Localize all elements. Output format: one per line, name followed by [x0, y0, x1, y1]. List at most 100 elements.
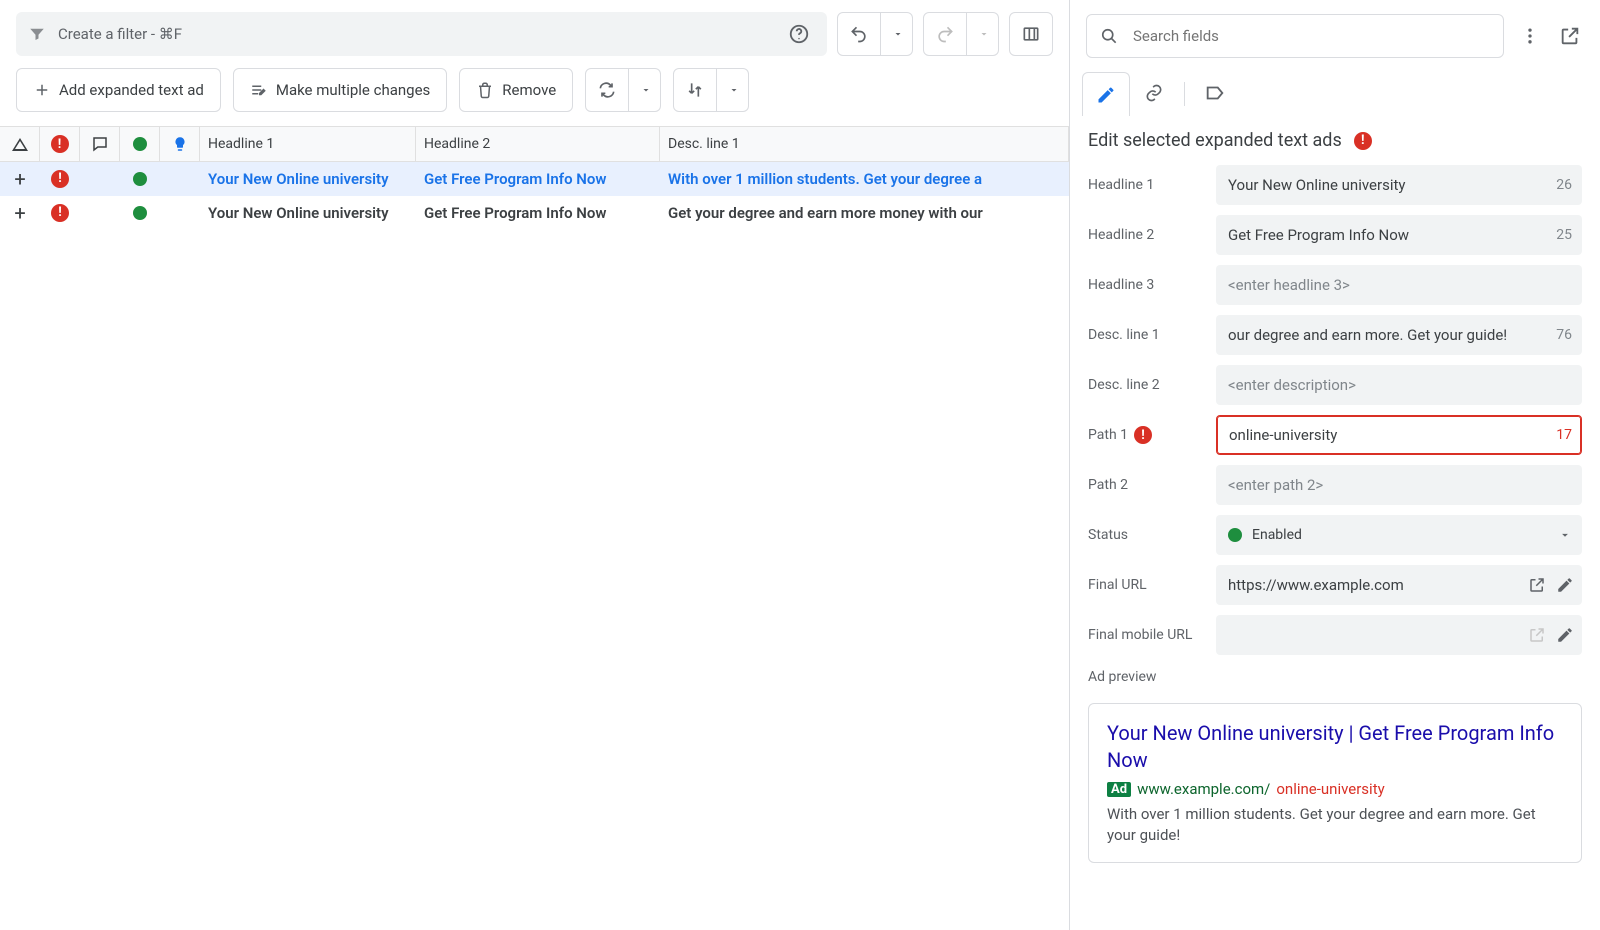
- undo-button[interactable]: [837, 12, 881, 56]
- open-external-icon: [1559, 25, 1581, 47]
- status-value: Enabled: [1252, 527, 1302, 543]
- replace-dropdown[interactable]: [629, 68, 661, 112]
- error-icon: !: [51, 204, 69, 222]
- undo-split: [837, 12, 913, 56]
- comment-icon: [91, 135, 109, 153]
- label-headline1: Headline 1: [1088, 177, 1216, 193]
- tab-urls[interactable]: [1130, 72, 1178, 116]
- headline3-input[interactable]: [1216, 265, 1582, 305]
- sort-button[interactable]: [673, 68, 717, 112]
- status-dot-icon: [133, 137, 147, 151]
- redo-dropdown[interactable]: [967, 12, 999, 56]
- trash-icon: [476, 81, 494, 99]
- desc1-count: 76: [1556, 327, 1572, 343]
- bulb-icon: [171, 135, 189, 153]
- status-dot-icon: [133, 172, 147, 186]
- preview-heading: Ad preview: [1070, 655, 1600, 699]
- pencil-icon[interactable]: [1556, 576, 1574, 594]
- path1-input[interactable]: [1216, 415, 1582, 455]
- headline1-input[interactable]: [1216, 165, 1582, 205]
- undo-icon: [849, 24, 869, 44]
- cell-headline1: Your New Online university: [200, 162, 416, 195]
- col-desc1[interactable]: Desc. line 1: [660, 127, 1069, 161]
- status-dot-icon: [133, 206, 147, 220]
- col-changes[interactable]: [0, 127, 40, 161]
- help-button[interactable]: [787, 22, 811, 46]
- open-external-button[interactable]: [1556, 22, 1584, 50]
- cell-headline1: Your New Online university: [200, 196, 416, 229]
- label-final-mobile-url: Final mobile URL: [1088, 627, 1216, 643]
- cell-desc1: With over 1 million students. Get your d…: [660, 162, 1069, 195]
- open-external-icon: [1528, 626, 1546, 644]
- label-status: Status: [1088, 527, 1216, 543]
- col-headline2[interactable]: Headline 2: [416, 127, 660, 161]
- filter-placeholder: Create a filter - ⌘F: [58, 25, 182, 43]
- caret-down-icon: [1558, 528, 1572, 542]
- caret-down-icon: [978, 28, 990, 40]
- add-label: Add expanded text ad: [59, 81, 204, 99]
- preview-url: Ad www.example.com/online-university: [1107, 780, 1563, 798]
- sort-dropdown[interactable]: [717, 68, 749, 112]
- sort-split: [673, 68, 749, 112]
- multi-label: Make multiple changes: [276, 81, 430, 99]
- desc1-input[interactable]: [1216, 315, 1582, 355]
- make-multiple-changes-button[interactable]: Make multiple changes: [233, 68, 447, 112]
- pencil-icon: [1096, 85, 1116, 105]
- search-input[interactable]: [1131, 26, 1491, 46]
- search-fields-box[interactable]: [1086, 14, 1504, 58]
- open-external-icon[interactable]: [1528, 576, 1546, 594]
- headline2-count: 25: [1556, 227, 1572, 243]
- replace-icon: [597, 80, 617, 100]
- label-path2: Path 2: [1088, 477, 1216, 493]
- status-select[interactable]: Enabled: [1216, 515, 1582, 555]
- error-icon: !: [1354, 132, 1372, 150]
- cell-headline2: Get Free Program Info Now: [416, 162, 660, 195]
- plus-icon: +: [14, 203, 25, 223]
- more-vert-icon: [1520, 26, 1540, 46]
- col-recommendations[interactable]: [160, 127, 200, 161]
- sort-icon: [685, 80, 705, 100]
- remove-label: Remove: [502, 81, 556, 99]
- error-icon: !: [51, 135, 69, 153]
- label-headline3: Headline 3: [1088, 277, 1216, 293]
- path1-count: 17: [1556, 427, 1572, 443]
- table-header: ! Headline 1 Headline 2 Desc. line 1: [0, 126, 1069, 162]
- caret-down-icon: [892, 28, 904, 40]
- undo-dropdown[interactable]: [881, 12, 913, 56]
- status-dot-icon: [1228, 528, 1242, 542]
- col-comments[interactable]: [80, 127, 120, 161]
- table-row[interactable]: + ! Your New Online university Get Free …: [0, 196, 1069, 230]
- error-icon: !: [1134, 426, 1152, 444]
- more-options-button[interactable]: [1516, 22, 1544, 50]
- headline2-input[interactable]: [1216, 215, 1582, 255]
- remove-button[interactable]: Remove: [459, 68, 573, 112]
- ad-badge: Ad: [1107, 782, 1131, 797]
- preview-title: Your New Online university | Get Free Pr…: [1107, 720, 1563, 774]
- redo-button[interactable]: [923, 12, 967, 56]
- panel-title: Edit selected expanded text ads: [1088, 130, 1342, 151]
- path2-input[interactable]: [1216, 465, 1582, 505]
- tab-labels[interactable]: [1191, 72, 1239, 116]
- plus-icon: [33, 81, 51, 99]
- columns-button[interactable]: [1009, 12, 1053, 56]
- label-headline2: Headline 2: [1088, 227, 1216, 243]
- col-errors[interactable]: !: [40, 127, 80, 161]
- panel-tabs: [1070, 72, 1600, 116]
- col-status[interactable]: [120, 127, 160, 161]
- caret-down-icon: [728, 84, 740, 96]
- redo-split: [923, 12, 999, 56]
- label-desc2: Desc. line 2: [1088, 377, 1216, 393]
- tab-edit[interactable]: [1082, 72, 1130, 116]
- table-row[interactable]: + ! Your New Online university Get Free …: [0, 162, 1069, 196]
- delta-icon: [12, 138, 28, 151]
- filter-input[interactable]: Create a filter - ⌘F: [16, 12, 827, 56]
- redo-icon: [935, 24, 955, 44]
- columns-icon: [1021, 24, 1041, 44]
- desc2-input[interactable]: [1216, 365, 1582, 405]
- col-headline1[interactable]: Headline 1: [200, 127, 416, 161]
- add-expanded-text-ad-button[interactable]: Add expanded text ad: [16, 68, 221, 112]
- plus-icon: +: [14, 169, 25, 189]
- label-icon: [1204, 82, 1226, 104]
- replace-button[interactable]: [585, 68, 629, 112]
- pencil-icon[interactable]: [1556, 626, 1574, 644]
